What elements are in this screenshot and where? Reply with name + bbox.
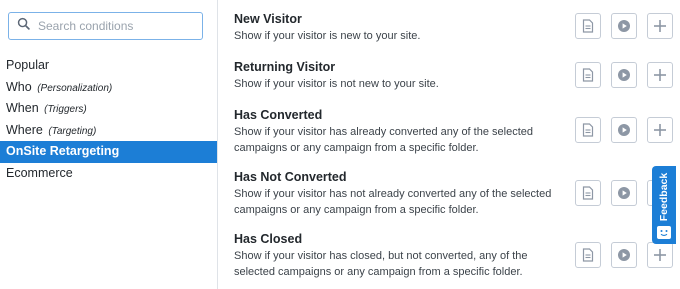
condition-description: Show if your visitor has already convert… <box>234 126 533 154</box>
sidebar-item-label: Who <box>6 79 32 94</box>
add-condition-button[interactable] <box>647 117 673 143</box>
sidebar-item-sublabel: (Targeting) <box>48 125 97 137</box>
docs-button[interactable] <box>575 62 601 88</box>
video-button[interactable] <box>611 13 637 39</box>
play-icon <box>617 186 631 200</box>
video-button[interactable] <box>611 117 637 143</box>
document-icon <box>582 186 594 200</box>
sidebar-item-onsite-retargeting[interactable]: OnSite Retargeting <box>0 141 217 163</box>
document-icon <box>582 248 594 262</box>
condition-description: Show if your visitor is not new to your … <box>234 78 439 90</box>
sidebar: Popular Who (Personalization) When (Trig… <box>0 0 218 289</box>
chat-icon <box>657 226 671 239</box>
docs-button[interactable] <box>575 117 601 143</box>
sidebar-item-label: Ecommerce <box>6 165 73 180</box>
feedback-label: Feedback <box>658 172 670 222</box>
document-icon <box>582 19 594 33</box>
add-condition-button[interactable] <box>647 62 673 88</box>
play-icon <box>617 68 631 82</box>
plus-icon <box>653 19 667 33</box>
plus-icon <box>653 123 667 137</box>
docs-button[interactable] <box>575 180 601 206</box>
video-button[interactable] <box>611 62 637 88</box>
condition-description: Show if your visitor has closed, but not… <box>234 250 528 278</box>
add-condition-button[interactable] <box>647 242 673 268</box>
plus-icon <box>653 68 667 82</box>
condition-description: Show if your visitor has not already con… <box>234 188 552 216</box>
sidebar-item-sublabel: (Personalization) <box>37 82 113 94</box>
sidebar-item-sublabel: (Triggers) <box>44 104 87 116</box>
sidebar-item-label: Popular <box>6 58 50 72</box>
search-icon <box>17 17 30 35</box>
conditions-list: New Visitor Show if your visitor is new … <box>219 0 680 289</box>
document-icon <box>582 123 594 137</box>
sidebar-item-label: OnSite Retargeting <box>6 144 120 159</box>
play-icon <box>617 19 631 33</box>
play-icon <box>617 248 631 262</box>
condition-description: Show if your visitor is new to your site… <box>234 30 421 42</box>
search-input[interactable] <box>38 19 188 33</box>
sidebar-item-where[interactable]: Where (Targeting) <box>0 120 217 142</box>
play-icon <box>617 123 631 137</box>
sidebar-item-popular[interactable]: Popular <box>0 55 217 77</box>
add-condition-button[interactable] <box>647 13 673 39</box>
category-nav: Popular Who (Personalization) When (Trig… <box>0 55 217 185</box>
sidebar-item-who[interactable]: Who (Personalization) <box>0 77 217 99</box>
condition-actions <box>575 13 673 39</box>
video-button[interactable] <box>611 242 637 268</box>
sidebar-item-when[interactable]: When (Triggers) <box>0 98 217 120</box>
docs-button[interactable] <box>575 13 601 39</box>
plus-icon <box>653 248 667 262</box>
search-box[interactable] <box>8 12 203 40</box>
sidebar-item-ecommerce[interactable]: Ecommerce <box>0 163 217 185</box>
condition-actions <box>575 117 673 143</box>
feedback-tab[interactable]: Feedback <box>652 166 676 244</box>
document-icon <box>582 68 594 82</box>
sidebar-item-label: Where <box>6 122 43 137</box>
video-button[interactable] <box>611 180 637 206</box>
docs-button[interactable] <box>575 242 601 268</box>
condition-actions <box>575 242 673 268</box>
sidebar-item-label: When <box>6 101 39 116</box>
condition-actions <box>575 62 673 88</box>
